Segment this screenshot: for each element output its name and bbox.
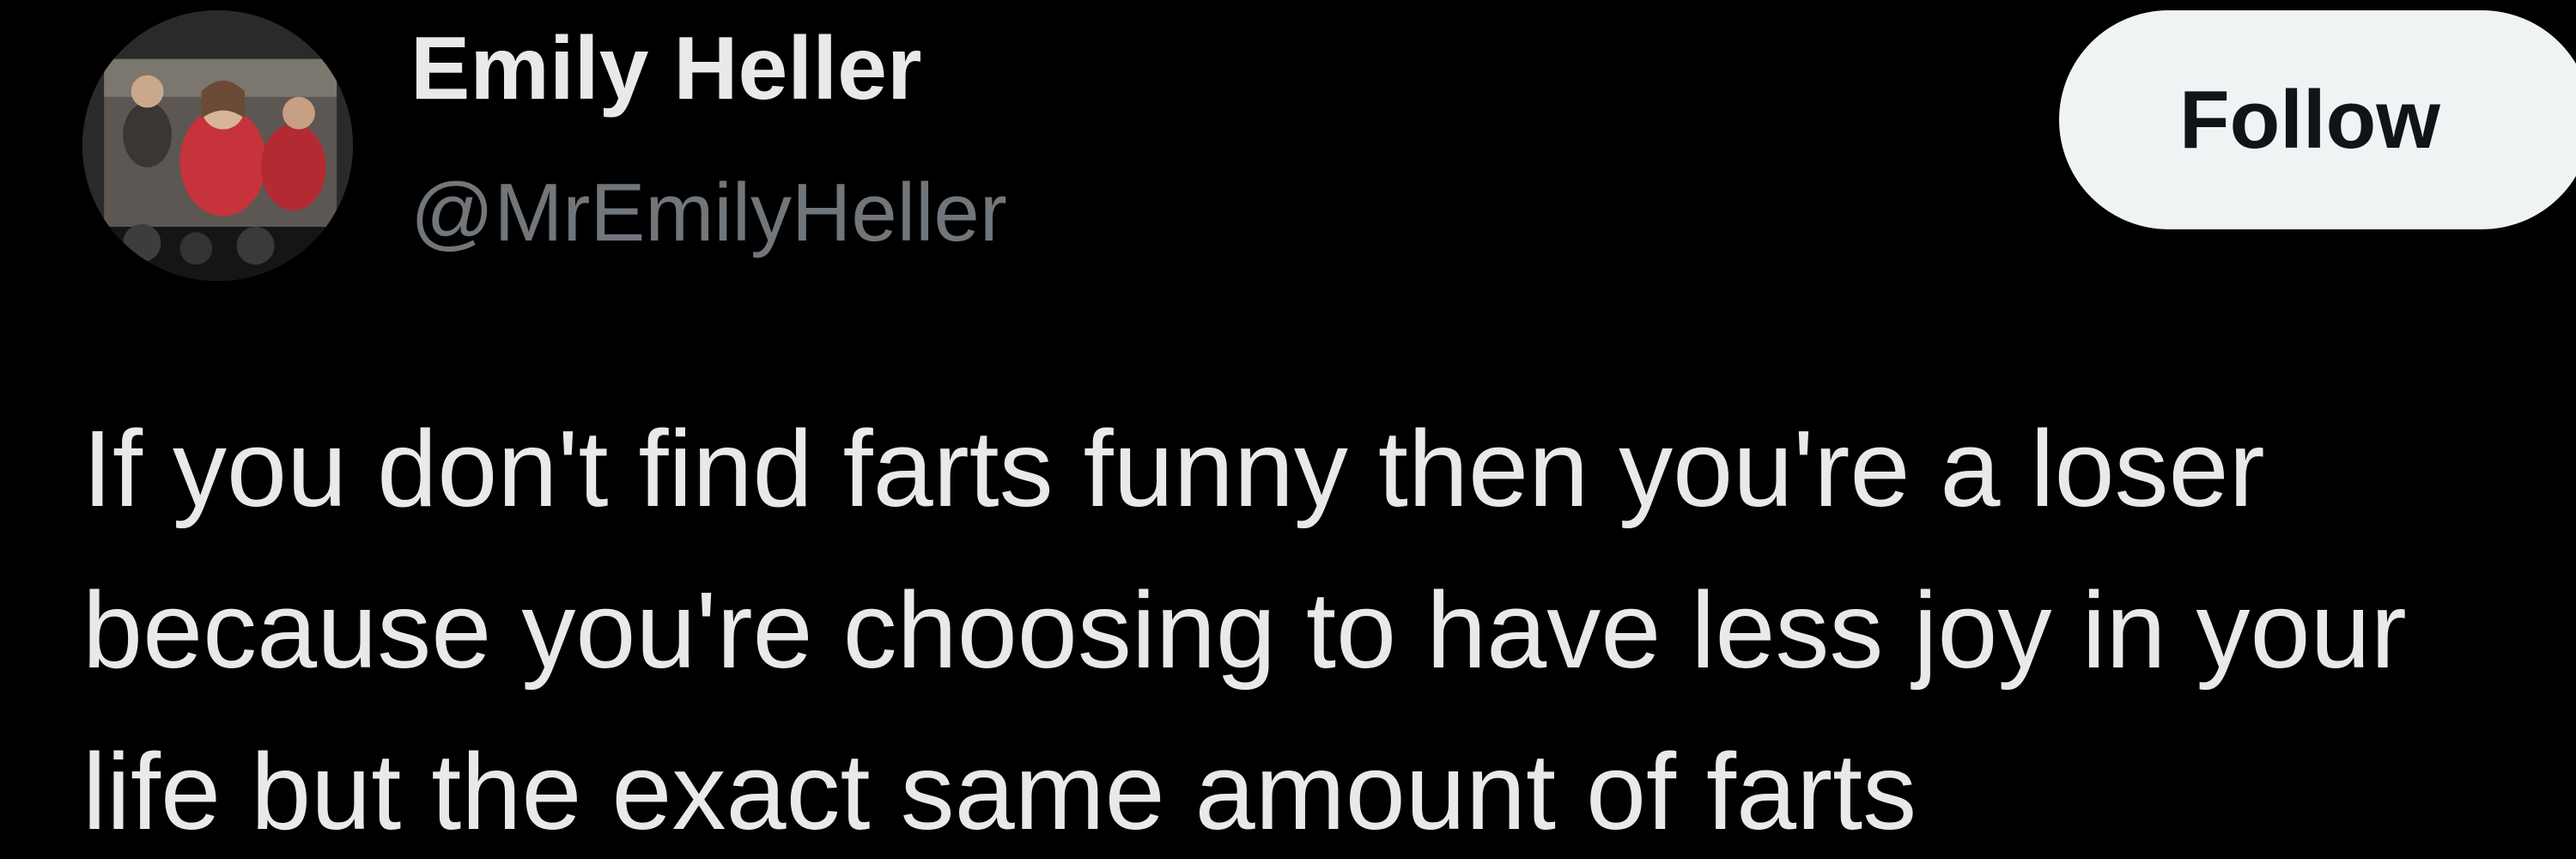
author-handle[interactable]: @MrEmilyHeller	[410, 172, 1007, 254]
tweet-text-line: because you're choosing to have less joy…	[82, 570, 2407, 691]
author-display-name[interactable]: Emily Heller	[410, 24, 921, 113]
tweet-text-line: life but the exact same amount of farts	[82, 731, 1917, 852]
tweet-text: If you don't find farts funny then you'r…	[82, 388, 2576, 859]
follow-button[interactable]: Follow	[2059, 10, 2576, 229]
tweet-card: Emily Heller @MrEmilyHeller Follow If yo…	[0, 0, 2576, 859]
avatar[interactable]	[82, 10, 353, 281]
tweet-text-line: If you don't find farts funny then you'r…	[82, 408, 2265, 529]
profile-photo-icon	[82, 10, 353, 281]
